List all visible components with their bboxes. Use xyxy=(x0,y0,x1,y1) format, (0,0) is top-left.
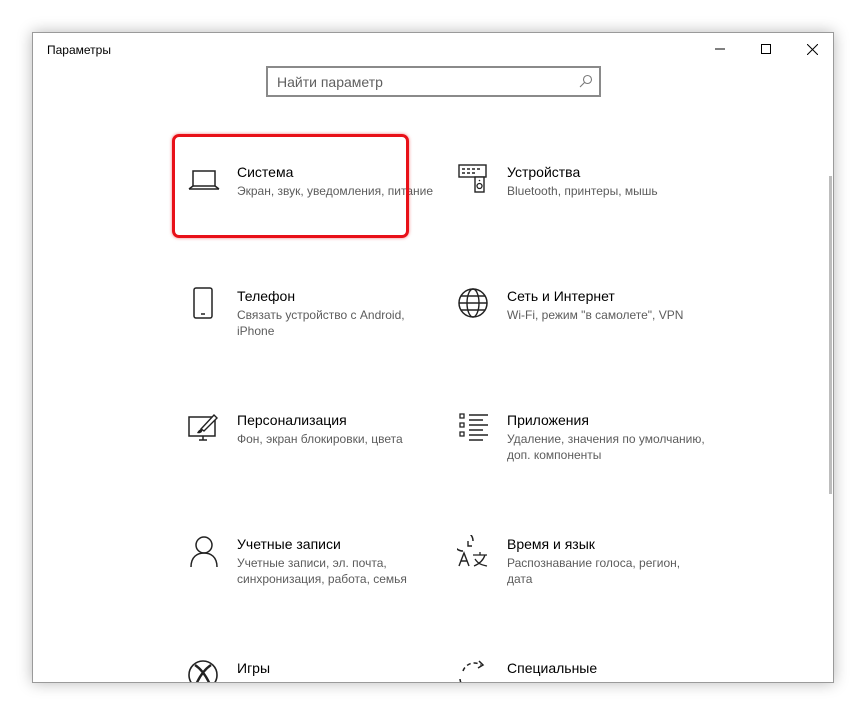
tile-description: Фон, экран блокировки, цвета xyxy=(237,432,403,446)
tile-network[interactable]: Сеть и Интернет Wi-Fi, режим "в самолете… xyxy=(457,287,707,367)
minimize-button[interactable] xyxy=(697,33,743,65)
tile-description: Учетные записи, эл. почта, синхронизация… xyxy=(237,556,407,586)
personalization-icon xyxy=(187,411,221,445)
apps-list-icon xyxy=(457,411,491,445)
tile-title: Учетные записи xyxy=(237,536,341,552)
phone-icon xyxy=(187,287,221,321)
scrollbar[interactable] xyxy=(829,176,832,494)
tile-personalization[interactable]: Персонализация Фон, экран блокировки, цв… xyxy=(187,411,437,491)
devices-icon xyxy=(457,163,491,197)
tile-title: Приложения xyxy=(507,412,589,428)
tile-phone[interactable]: Телефон Связать устройство с Android, iP… xyxy=(187,287,437,367)
search-icon[interactable] xyxy=(579,74,593,88)
xbox-icon xyxy=(187,659,221,682)
tile-apps[interactable]: Приложения Удаление, значения по умолчан… xyxy=(457,411,707,491)
settings-window: Параметры Найти параметр Система Экран, … xyxy=(32,32,834,683)
tile-title: Время и язык xyxy=(507,536,595,552)
ease-of-access-icon xyxy=(457,659,491,682)
tile-accounts[interactable]: Учетные записи Учетные записи, эл. почта… xyxy=(187,535,437,615)
search-input[interactable]: Найти параметр xyxy=(277,74,383,90)
tile-title: Сеть и Интернет xyxy=(507,288,615,304)
person-icon xyxy=(187,535,221,569)
tile-description: Связать устройство с Android, iPhone xyxy=(237,308,405,338)
search-box[interactable]: Найти параметр xyxy=(266,66,601,97)
title-bar[interactable]: Параметры xyxy=(33,33,833,65)
minimize-icon xyxy=(715,48,725,50)
tile-title: Персонализация xyxy=(237,412,347,428)
maximize-icon xyxy=(761,44,771,54)
tile-description: Распознавание голоса, регион, дата xyxy=(507,556,681,586)
tile-title: Игры xyxy=(237,660,271,676)
maximize-button[interactable] xyxy=(743,33,789,65)
close-icon xyxy=(806,43,818,55)
tile-title: Устройства xyxy=(507,164,581,180)
tile-time-language[interactable]: Время и язык Распознавание голоса, регио… xyxy=(457,535,707,615)
close-button[interactable] xyxy=(789,33,833,65)
tile-title: Телефон xyxy=(237,288,296,304)
tile-ease-of-access[interactable]: Специальные xyxy=(457,659,707,682)
window-title: Параметры xyxy=(47,43,111,57)
tile-description: Удаление, значения по умолчанию, доп. ко… xyxy=(507,432,705,462)
tile-title: Специальные xyxy=(507,660,598,676)
tile-gaming[interactable]: Игры xyxy=(187,659,437,682)
globe-icon xyxy=(457,287,491,321)
tile-devices[interactable]: Устройства Bluetooth, принтеры, мышь xyxy=(457,163,707,243)
time-language-icon xyxy=(457,535,491,569)
highlight-frame xyxy=(172,134,409,238)
tile-description: Wi-Fi, режим "в самолете", VPN xyxy=(507,308,684,322)
tile-description: Bluetooth, принтеры, мышь xyxy=(507,184,658,198)
